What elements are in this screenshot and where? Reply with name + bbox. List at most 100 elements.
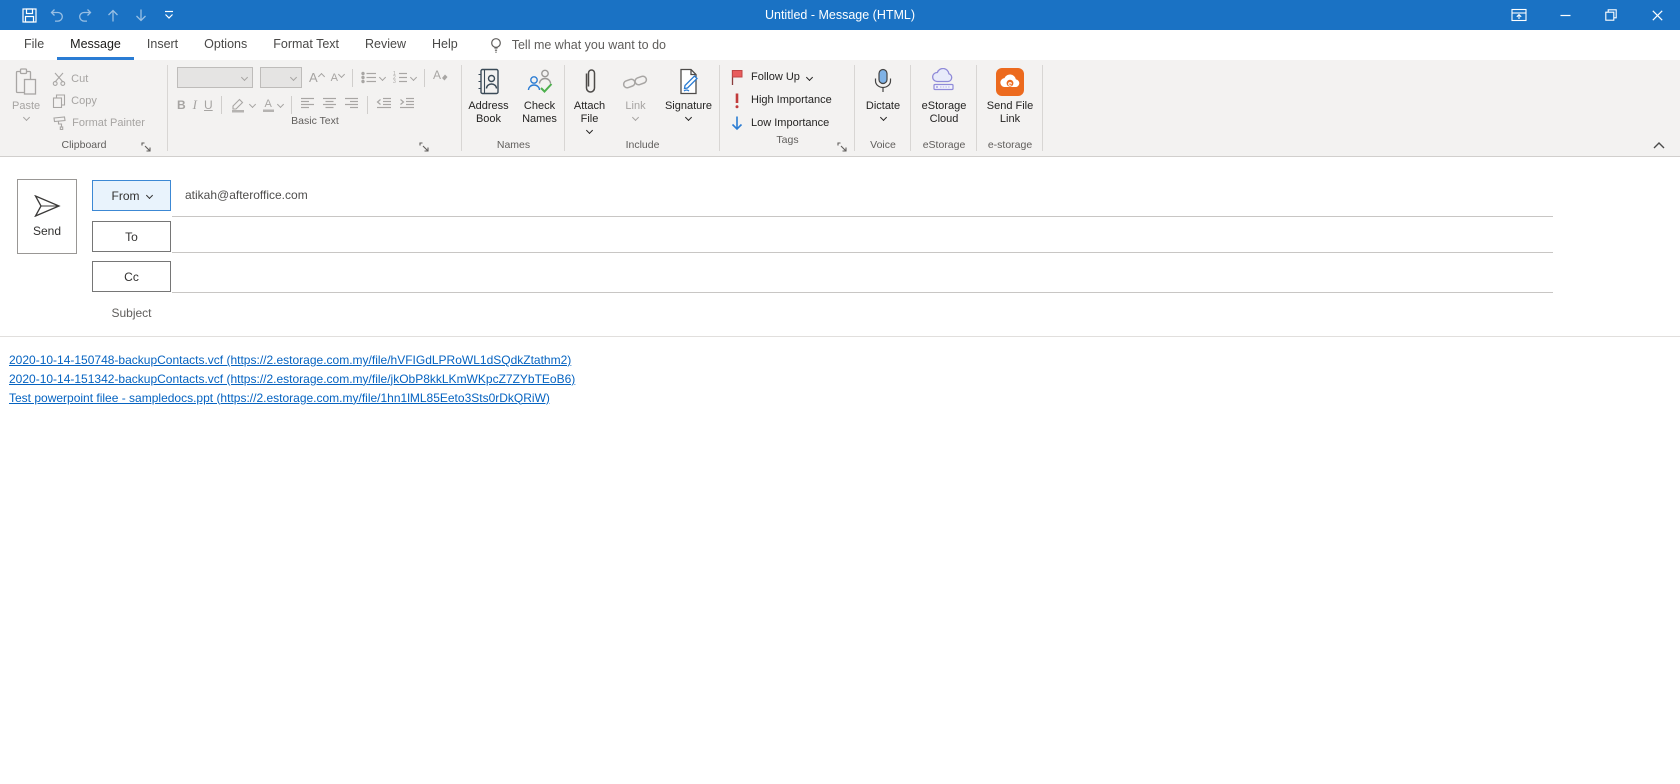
dialog-launcher-icon: [141, 142, 152, 153]
font-color-icon: A: [262, 97, 275, 113]
window-controls: [1496, 0, 1680, 30]
align-center-button[interactable]: [322, 96, 337, 114]
numbering-button[interactable]: 123: [392, 71, 416, 84]
align-right-icon: [344, 97, 359, 109]
decrease-indent-icon: [376, 97, 392, 109]
align-right-button[interactable]: [344, 96, 359, 114]
message-header: Send From atikah@afteroffice.com To Cc S…: [0, 158, 1680, 337]
group-e-storage-label: e-storage: [977, 139, 1043, 156]
low-importance-button[interactable]: Low Importance: [730, 112, 847, 134]
tab-file[interactable]: File: [11, 30, 57, 60]
tab-review[interactable]: Review: [352, 30, 419, 60]
paste-button[interactable]: Paste: [10, 63, 42, 137]
bullets-icon: [361, 71, 377, 84]
message-body-editor[interactable]: 2020-10-14-150748-backupContacts.vcf (ht…: [0, 338, 1680, 784]
increase-indent-button[interactable]: [399, 96, 415, 114]
bold-button[interactable]: B: [177, 98, 186, 112]
group-names-label: Names: [462, 139, 565, 156]
undo-button[interactable]: [48, 6, 66, 24]
estorage-cloud-label: eStorage Cloud: [916, 100, 972, 126]
high-importance-button[interactable]: High Importance: [730, 89, 847, 111]
clear-formatting-icon: A: [433, 68, 449, 82]
basic-text-dialog-launcher[interactable]: [418, 141, 430, 153]
subject-field[interactable]: [172, 298, 1553, 328]
close-icon: [1652, 10, 1663, 21]
highlight-icon: [230, 97, 247, 113]
dictate-label: Dictate: [866, 100, 900, 113]
follow-up-button[interactable]: Follow Up: [730, 66, 847, 88]
collapse-ribbon-chevron-icon: [1653, 142, 1665, 149]
group-names: Address Book Check Names Names: [462, 60, 565, 156]
send-file-link-button[interactable]: e Send File Link: [980, 63, 1040, 137]
to-button[interactable]: To: [92, 221, 171, 252]
collapse-ribbon-button[interactable]: [1650, 138, 1668, 152]
address-book-button[interactable]: Address Book: [465, 63, 513, 137]
bullets-chevron-icon: [379, 74, 386, 81]
cc-label: Cc: [124, 270, 139, 284]
font-size-combo[interactable]: [260, 67, 302, 88]
bullets-button[interactable]: [361, 71, 385, 84]
font-color-button[interactable]: A: [262, 97, 283, 113]
align-left-button[interactable]: [300, 96, 315, 114]
quick-access-toolbar: [20, 6, 178, 24]
to-field[interactable]: [172, 221, 1553, 253]
tell-me-search[interactable]: Tell me what you want to do: [489, 30, 666, 60]
estorage-cloud-button[interactable]: eStorage Cloud: [914, 63, 974, 137]
check-names-button[interactable]: Check Names: [517, 63, 563, 137]
signature-chevron-icon: [685, 114, 692, 121]
copy-label: Copy: [71, 95, 97, 107]
paste-label: Paste: [12, 100, 40, 113]
minimize-button[interactable]: [1542, 0, 1588, 30]
dictate-button[interactable]: Dictate: [859, 63, 907, 137]
send-button[interactable]: Send: [17, 179, 77, 254]
high-importance-label: High Importance: [751, 94, 832, 106]
tags-dialog-launcher[interactable]: [836, 141, 848, 153]
shrink-font-button[interactable]: A: [331, 71, 344, 85]
attach-file-button[interactable]: Attach File: [567, 63, 613, 137]
cc-button[interactable]: Cc: [92, 261, 171, 292]
tab-message[interactable]: Message: [57, 30, 134, 60]
close-button[interactable]: [1634, 0, 1680, 30]
tab-insert[interactable]: Insert: [134, 30, 191, 60]
signature-button[interactable]: Signature: [659, 63, 719, 137]
save-button[interactable]: [20, 6, 38, 24]
tab-options[interactable]: Options: [191, 30, 260, 60]
previous-item-button[interactable]: [104, 6, 122, 24]
highlight-button[interactable]: [230, 97, 255, 113]
cc-field[interactable]: [172, 261, 1553, 293]
clear-formatting-button[interactable]: A: [433, 68, 449, 87]
attachment-link[interactable]: 2020-10-14-151342-backupContacts.vcf (ht…: [9, 370, 575, 389]
dialog-launcher-icon: [837, 142, 848, 153]
cut-button[interactable]: Cut: [48, 68, 149, 89]
next-item-button[interactable]: [132, 6, 150, 24]
svg-text:A: A: [264, 98, 272, 110]
redo-button[interactable]: [76, 6, 94, 24]
attachment-link[interactable]: Test powerpoint filee - sampledocs.ppt (…: [9, 389, 550, 408]
paste-icon: [14, 68, 38, 96]
decrease-indent-button[interactable]: [376, 96, 392, 114]
customize-quick-access-button[interactable]: [160, 6, 178, 24]
from-field[interactable]: atikah@afteroffice.com: [172, 180, 1553, 217]
attachment-link[interactable]: 2020-10-14-150748-backupContacts.vcf (ht…: [9, 351, 571, 370]
grow-font-button[interactable]: A: [309, 71, 324, 85]
ribbon-display-options-button[interactable]: [1496, 0, 1542, 30]
low-importance-label: Low Importance: [751, 117, 829, 129]
tab-format-text[interactable]: Format Text: [260, 30, 352, 60]
italic-button[interactable]: I: [193, 97, 197, 113]
from-address: atikah@afteroffice.com: [185, 180, 308, 212]
font-name-combo[interactable]: [177, 67, 253, 88]
send-icon: [32, 195, 62, 217]
tab-help[interactable]: Help: [419, 30, 471, 60]
link-button[interactable]: Link: [617, 63, 655, 137]
save-icon: [22, 8, 37, 23]
underline-button[interactable]: U: [204, 98, 213, 112]
from-button[interactable]: From: [92, 180, 171, 211]
attach-file-label: Attach File: [569, 100, 611, 126]
paste-dropdown-chevron-icon: [23, 114, 30, 121]
clipboard-dialog-launcher[interactable]: [140, 141, 152, 153]
copy-button[interactable]: Copy: [48, 90, 149, 111]
restore-icon: [1605, 9, 1617, 21]
group-voice: Dictate Voice: [855, 60, 911, 156]
format-painter-button[interactable]: Format Painter: [48, 112, 149, 133]
restore-button[interactable]: [1588, 0, 1634, 30]
